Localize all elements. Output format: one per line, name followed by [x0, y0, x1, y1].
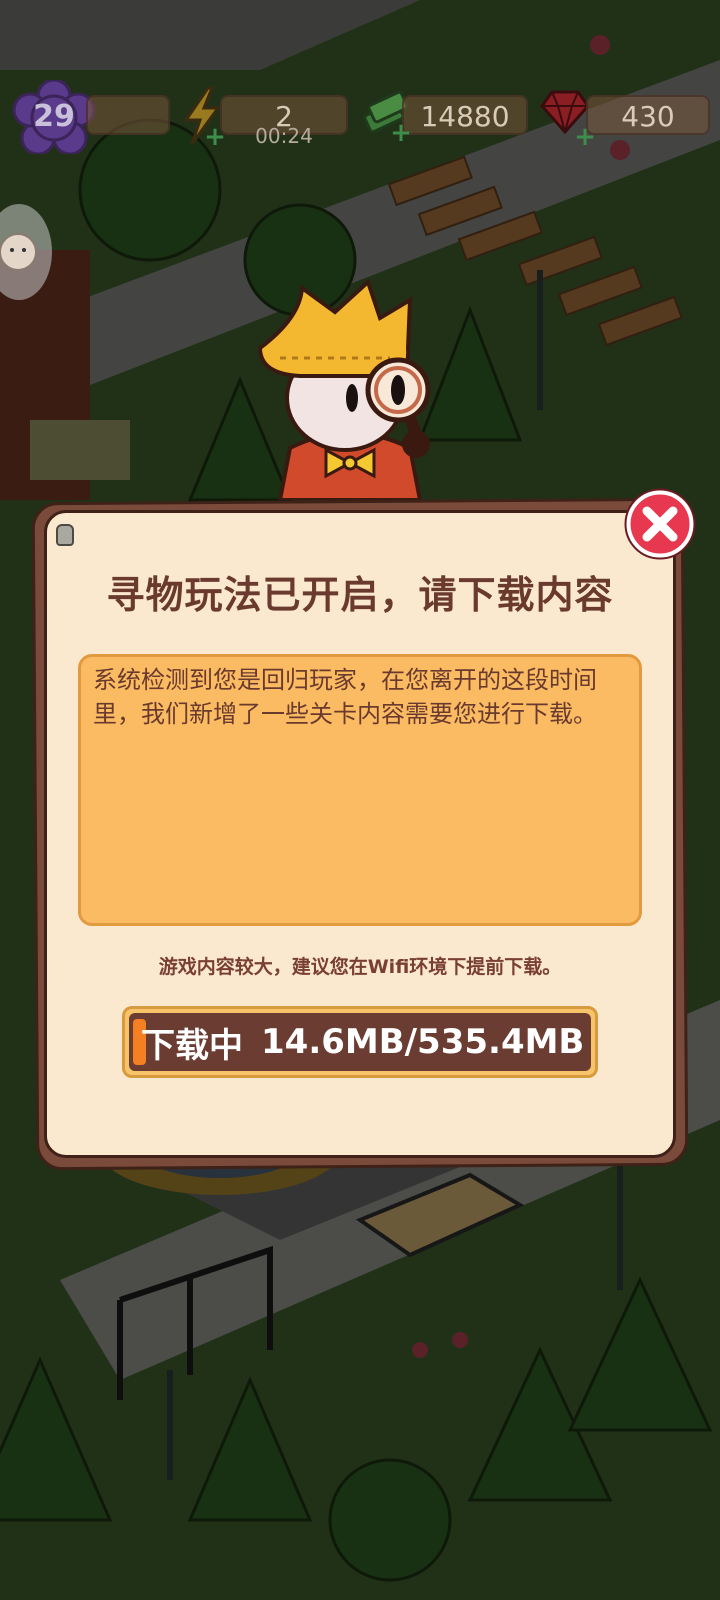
download-progress-bar: 下载中 14.6MB/535.4MB: [122, 1006, 598, 1078]
cat-face-icon: [0, 233, 37, 271]
energy-timer: 00:24: [255, 124, 313, 148]
level-value: 29: [33, 99, 75, 134]
progress-track: 下载中 14.6MB/535.4MB: [129, 1013, 591, 1071]
dialog-title: 寻物玩法已开启，请下载内容: [106, 573, 614, 617]
message-text: 系统检测到您是回归玩家，在您离开的这段时间里，我们新增了一些关卡内容需要您进行下…: [93, 666, 597, 728]
download-dialog: 寻物玩法已开启，请下载内容 系统检测到您是回归玩家，在您离开的这段时间里，我们新…: [31, 497, 689, 1171]
cash-counter[interactable]: 14880: [402, 95, 528, 135]
level-badge[interactable]: 29: [12, 80, 96, 154]
gem-counter[interactable]: 430: [586, 95, 710, 135]
close-button[interactable]: [624, 488, 696, 560]
progress-label: 下载中 14.6MB/535.4MB: [141, 1013, 591, 1071]
pin-icon: [56, 524, 74, 546]
game-screen: 29 2 + 00:24 14880 + 430 + 寻物玩法已开启，请下载内容…: [0, 0, 720, 1600]
side-avatar-button[interactable]: [0, 204, 52, 300]
detective-character-illustration: [257, 278, 431, 500]
wifi-hint-text: 游戏内容较大，建议您在Wifi环境下提前下载。: [158, 956, 562, 978]
add-cash-button[interactable]: +: [390, 120, 412, 146]
add-gems-button[interactable]: +: [574, 124, 596, 150]
close-x-icon: [624, 488, 696, 560]
download-amount: 14.6MB/535.4MB: [261, 1022, 585, 1062]
xp-bar: [86, 95, 170, 135]
message-box: 系统检测到您是回归玩家，在您离开的这段时间里，我们新增了一些关卡内容需要您进行下…: [78, 654, 642, 926]
download-status: 下载中: [141, 1025, 243, 1066]
